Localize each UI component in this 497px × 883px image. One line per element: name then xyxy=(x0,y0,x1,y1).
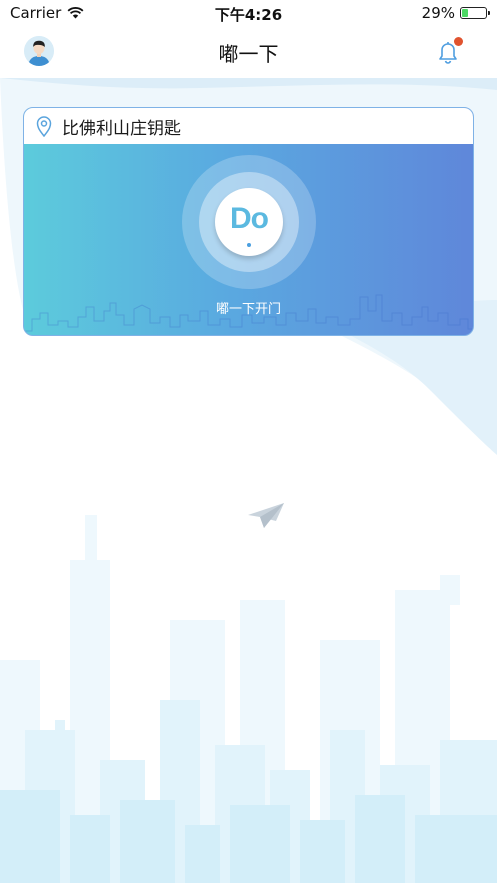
location-pin-icon xyxy=(36,116,52,137)
notifications-button[interactable] xyxy=(435,37,463,65)
battery-level xyxy=(462,9,468,17)
do-logo: Do xyxy=(230,202,269,235)
page-title: 嘟一下 xyxy=(218,42,279,66)
battery-percent: 29% xyxy=(421,4,455,22)
logo-dot xyxy=(247,243,251,247)
nav-bar: 嘟一下 xyxy=(0,26,497,76)
key-card[interactable]: 比佛利山庄钥匙 Do 嘟一下开门 xyxy=(23,107,474,336)
card-header: 比佛利山庄钥匙 xyxy=(24,108,473,144)
card-title: 比佛利山庄钥匙 xyxy=(62,118,181,139)
airplane-icon xyxy=(248,503,284,528)
unlock-label: 嘟一下开门 xyxy=(215,302,281,317)
status-right: 29% xyxy=(421,4,490,22)
unlock-button[interactable]: Do xyxy=(215,188,283,256)
battery-icon xyxy=(460,7,490,19)
status-bar: Carrier 下午4:26 29% xyxy=(0,0,497,26)
notification-badge xyxy=(454,37,463,46)
